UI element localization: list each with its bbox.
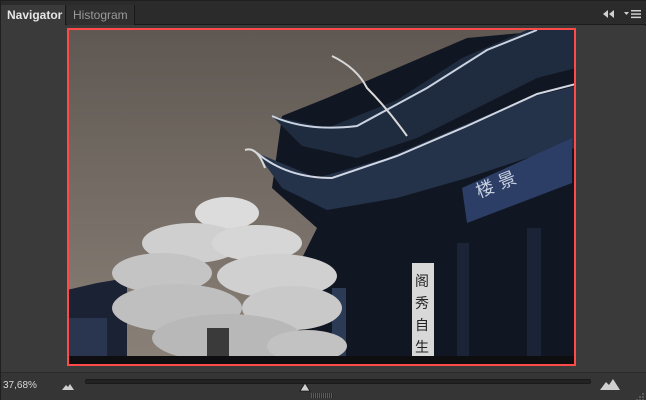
view-proxy-box[interactable] (67, 28, 576, 366)
zoom-value-field[interactable]: 37,68% (1, 377, 45, 395)
panel-resize-grip[interactable] (311, 393, 333, 398)
double-chevron-left-icon[interactable] (601, 7, 617, 21)
panel-controls (601, 7, 643, 21)
panel-tab-bar: Navigator Histogram (1, 1, 646, 25)
small-mountains-icon[interactable] (61, 379, 75, 391)
resize-corner-icon[interactable] (635, 389, 645, 400)
navigator-panel: Navigator Histogram 楼 景 阁 秀 自 生 37,68% (0, 0, 646, 400)
large-mountains-icon[interactable] (599, 377, 621, 391)
tab-histogram[interactable]: Histogram (67, 5, 135, 25)
zoom-slider-track[interactable] (85, 379, 591, 384)
panel-menu-icon[interactable] (623, 7, 643, 21)
tab-navigator[interactable]: Navigator (1, 5, 66, 25)
preview-area: 楼 景 阁 秀 自 生 (2, 26, 646, 372)
zoom-bar: 37,68% (1, 372, 646, 400)
zoom-slider-thumb[interactable] (299, 379, 311, 392)
